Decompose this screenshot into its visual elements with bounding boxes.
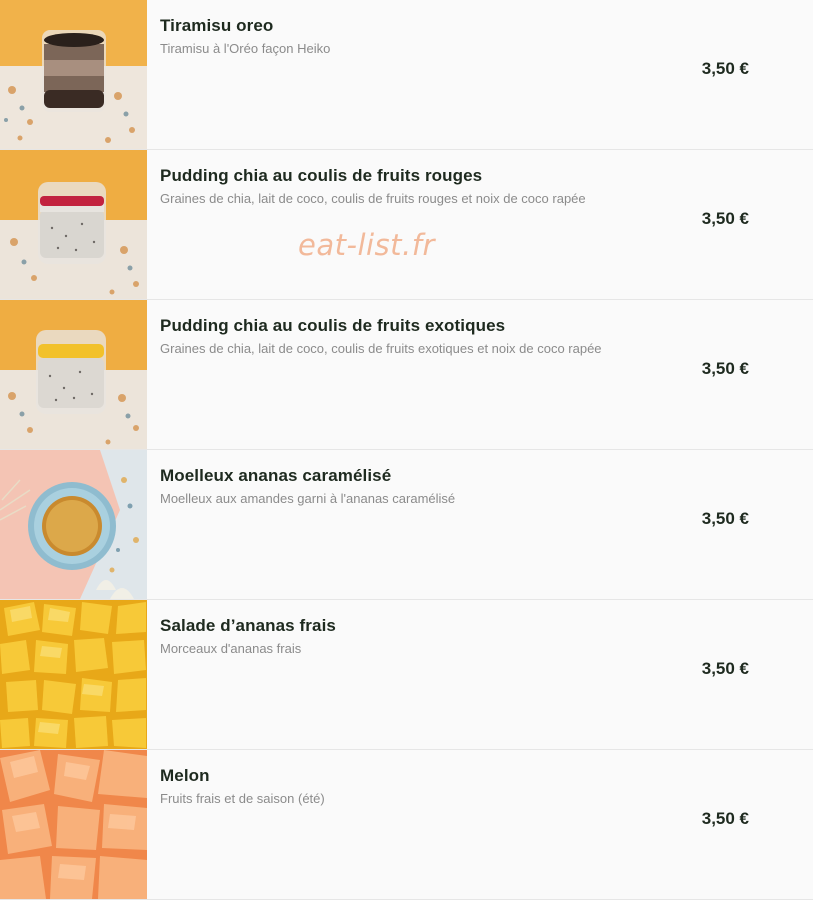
list-item[interactable]: Salade d’ananas frais Morceaux d'ananas … (0, 600, 813, 750)
item-description: Fruits frais et de saison (été) (160, 791, 325, 806)
menu-list: Tiramisu oreo Tiramisu à l'Oréo façon He… (0, 0, 813, 900)
item-price: 3,50 € (701, 209, 749, 228)
item-description: Morceaux d'ananas frais (160, 641, 302, 656)
item-price: 3,50 € (701, 809, 749, 828)
item-price: 3,50 € (701, 359, 749, 378)
item-description: Tiramisu à l'Oréo façon Heiko (160, 41, 331, 56)
item-description: Moelleux aux amandes garni à l'ananas ca… (160, 491, 456, 506)
item-price: 3,50 € (701, 509, 749, 528)
chia-pudding-exotic-photo (0, 300, 147, 449)
tiramisu-glass-photo (0, 0, 147, 149)
list-item[interactable]: Pudding chia au coulis de fruits rouges … (0, 150, 813, 300)
item-name: Melon (160, 766, 210, 785)
list-item[interactable]: Moelleux ananas caramélisé Moelleux aux … (0, 450, 813, 600)
chia-pudding-red-photo (0, 150, 147, 299)
item-name: Tiramisu oreo (160, 16, 274, 35)
pineapple-chunks-photo (0, 600, 147, 749)
pineapple-cake-photo (0, 450, 147, 599)
list-item[interactable]: Pudding chia au coulis de fruits exotiqu… (0, 300, 813, 450)
item-name: Moelleux ananas caramélisé (160, 466, 392, 485)
item-name: Pudding chia au coulis de fruits rouges (160, 166, 483, 185)
item-description: Graines de chia, lait de coco, coulis de… (160, 191, 586, 206)
item-name: Salade d’ananas frais (160, 616, 336, 635)
item-price: 3,50 € (701, 659, 749, 678)
list-item[interactable]: Tiramisu oreo Tiramisu à l'Oréo façon He… (0, 0, 813, 150)
item-name: Pudding chia au coulis de fruits exotiqu… (160, 316, 506, 335)
item-price: 3,50 € (701, 59, 749, 78)
list-item[interactable]: Melon Fruits frais et de saison (été) 3,… (0, 750, 813, 900)
item-description: Graines de chia, lait de coco, coulis de… (160, 341, 602, 356)
melon-slices-photo (0, 750, 147, 899)
